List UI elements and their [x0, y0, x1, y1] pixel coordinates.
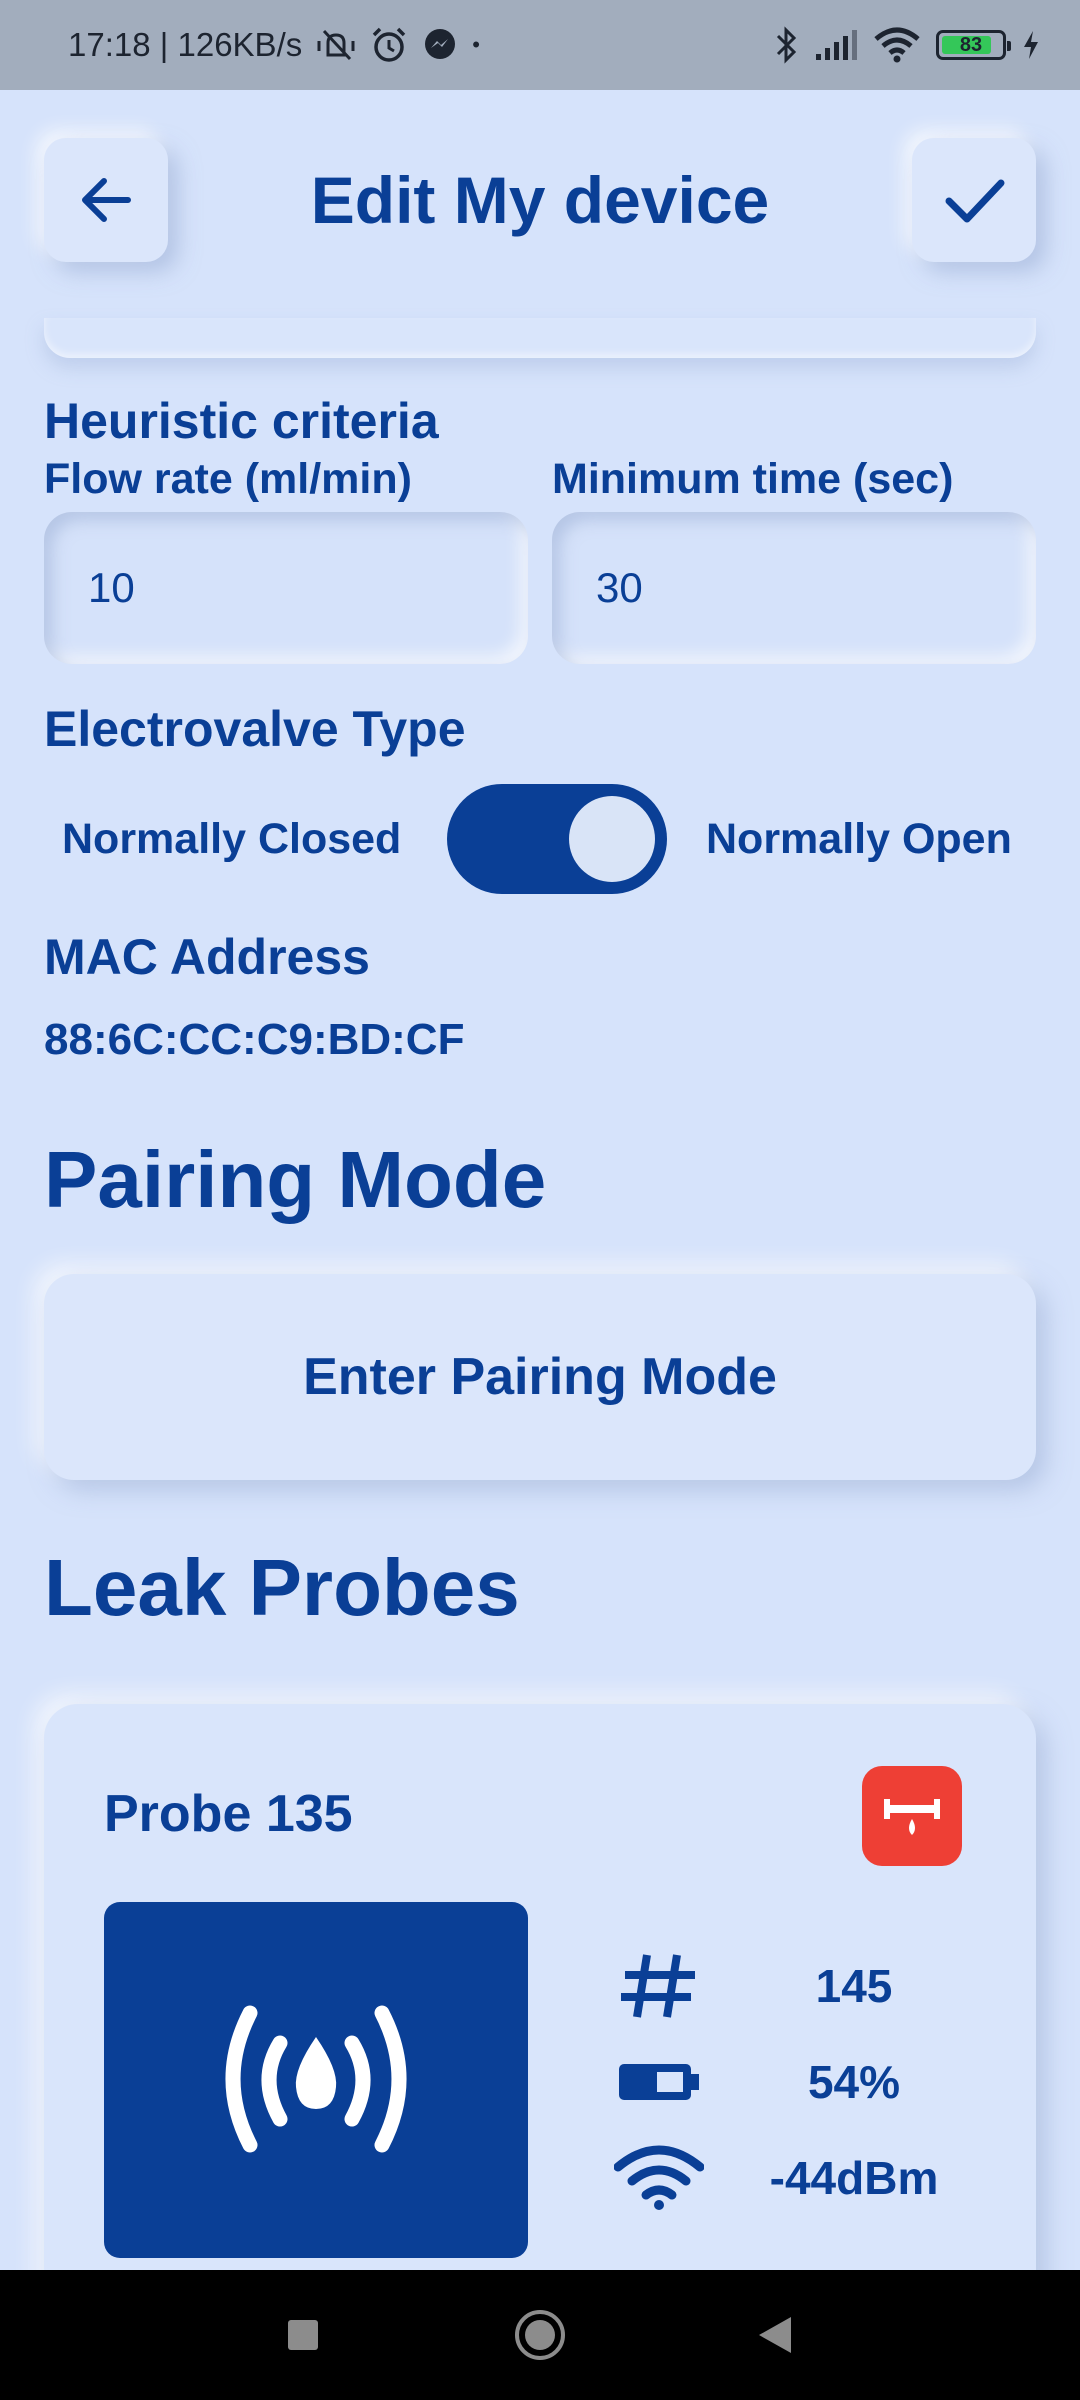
triangle-back-icon: [759, 2317, 791, 2353]
status-dot: •: [472, 32, 480, 57]
status-bar: 17:18 | 126KB/s • 83: [0, 0, 1080, 90]
flow-rate-input[interactable]: 10: [44, 512, 528, 664]
alarm-icon: [373, 27, 406, 62]
battery-level: 83: [959, 33, 983, 56]
leak-probes-title: Leak Probes: [44, 1543, 520, 1632]
mute-vibrate-icon: [317, 29, 355, 61]
min-time-label: Minimum time (sec): [552, 455, 954, 503]
app-header: Edit My device: [0, 90, 1080, 310]
flow-rate-label: Flow rate (ml/min): [44, 455, 412, 503]
hash-icon: [614, 1946, 704, 2026]
status-right: 83: [774, 26, 1040, 64]
bluetooth-icon: [776, 26, 797, 64]
probe-battery-value: 54%: [807, 2056, 901, 2108]
check-icon: [945, 179, 1005, 223]
pipe-leak-icon: [884, 1799, 940, 1835]
previous-card-edge: [44, 318, 1036, 358]
recents-button[interactable]: [268, 2300, 338, 2370]
back-nav-button[interactable]: [740, 2300, 810, 2370]
flow-rate-value: 10: [88, 564, 135, 611]
electrovalve-type-title: Electrovalve Type: [44, 701, 466, 757]
electrovalve-toggle[interactable]: [447, 784, 667, 894]
enter-pairing-mode-label: Enter Pairing Mode: [303, 1348, 777, 1406]
normally-open-label: Normally Open: [706, 815, 1012, 863]
battery-indicator: 83: [936, 30, 1011, 60]
battery-icon: [614, 2042, 704, 2122]
probe-name: Probe 135: [104, 1785, 353, 1843]
probe-image: [104, 1902, 528, 2258]
normally-closed-label: Normally Closed: [62, 815, 402, 863]
heuristic-criteria-title: Heuristic criteria: [44, 393, 439, 449]
cellular-signal-icon: [816, 30, 857, 60]
system-nav-bar: [0, 2270, 1080, 2400]
charging-icon: [1024, 31, 1038, 59]
wifi-icon: [874, 27, 920, 63]
mac-address-title: MAC Address: [44, 929, 370, 985]
toggle-knob: [569, 796, 655, 882]
leak-sensor-icon: [225, 2005, 407, 2153]
status-time: 17:18 | 126KB/s: [68, 26, 303, 63]
status-left: 17:18 | 126KB/s •: [68, 26, 480, 64]
probe-signal-row: -44dBm: [614, 2138, 994, 2218]
square-icon: [288, 2320, 318, 2350]
mac-address-value: 88:6C:CC:C9:BD:CF: [44, 1015, 465, 1064]
messenger-icon: [425, 29, 456, 59]
signal-wifi-icon: [614, 2138, 704, 2218]
home-circle-icon: [515, 2310, 565, 2360]
leak-alert-button[interactable]: [862, 1766, 962, 1866]
probe-id-row: 145: [614, 1946, 994, 2026]
min-time-input[interactable]: 30: [552, 512, 1036, 664]
probe-signal-value: -44dBm: [769, 2152, 939, 2204]
home-button[interactable]: [505, 2300, 575, 2370]
save-button[interactable]: [912, 138, 1036, 262]
enter-pairing-mode-button[interactable]: Enter Pairing Mode: [44, 1274, 1036, 1480]
probe-id-value: 145: [815, 1960, 893, 2012]
pairing-mode-title: Pairing Mode: [44, 1135, 547, 1224]
min-time-value: 30: [596, 564, 643, 611]
probe-battery-row: 54%: [614, 2042, 994, 2122]
